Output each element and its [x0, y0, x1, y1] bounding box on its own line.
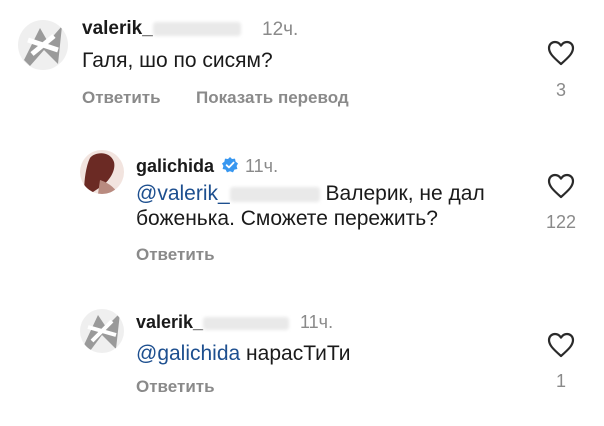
redacted-text — [203, 316, 290, 330]
comment-text: @valerik_ Валерик, не дал боженька. Смож… — [136, 182, 485, 231]
comment-username[interactable]: valerik_ — [136, 312, 290, 333]
comment-username[interactable]: galichida — [136, 156, 214, 177]
comment-1: valerik_ 12ч. Галя, шо по сисям? Ответит… — [0, 0, 604, 130]
comment-time: 12ч. — [262, 19, 299, 40]
reply-button[interactable]: Ответить — [136, 245, 215, 265]
comment-time: 11ч. — [245, 156, 279, 176]
comment-username[interactable]: valerik_ — [82, 18, 241, 40]
redacted-text — [152, 22, 241, 36]
like-count: 3 — [555, 80, 566, 100]
reply-button[interactable]: Ответить — [136, 377, 215, 397]
avatar[interactable] — [80, 150, 124, 194]
comment-text: @galichida нарасТиТи — [136, 342, 351, 365]
like-count: 122 — [545, 212, 577, 232]
avatar[interactable] — [80, 309, 124, 353]
show-translation-button[interactable]: Показать перевод — [196, 88, 349, 108]
heart-outline-icon[interactable] — [547, 173, 575, 204]
verified-badge-icon — [221, 156, 239, 179]
comment-2: galichida 11ч. @valerik_ Валерик, не дал… — [0, 140, 604, 280]
mention-link[interactable]: @valerik_ — [136, 182, 230, 205]
redacted-text — [229, 187, 320, 202]
like-count: 1 — [555, 371, 566, 391]
heart-outline-icon[interactable] — [547, 40, 575, 71]
comment-3: valerik_ 11ч. @galichida нарасТиТи Ответ… — [0, 295, 604, 426]
comment-text: Галя, шо по сисям? — [82, 49, 273, 72]
mention-link[interactable]: @galichida — [136, 342, 240, 365]
reply-button[interactable]: Ответить — [82, 88, 161, 108]
comment-time: 11ч. — [300, 312, 334, 332]
heart-outline-icon[interactable] — [547, 332, 575, 363]
avatar[interactable] — [18, 20, 68, 70]
